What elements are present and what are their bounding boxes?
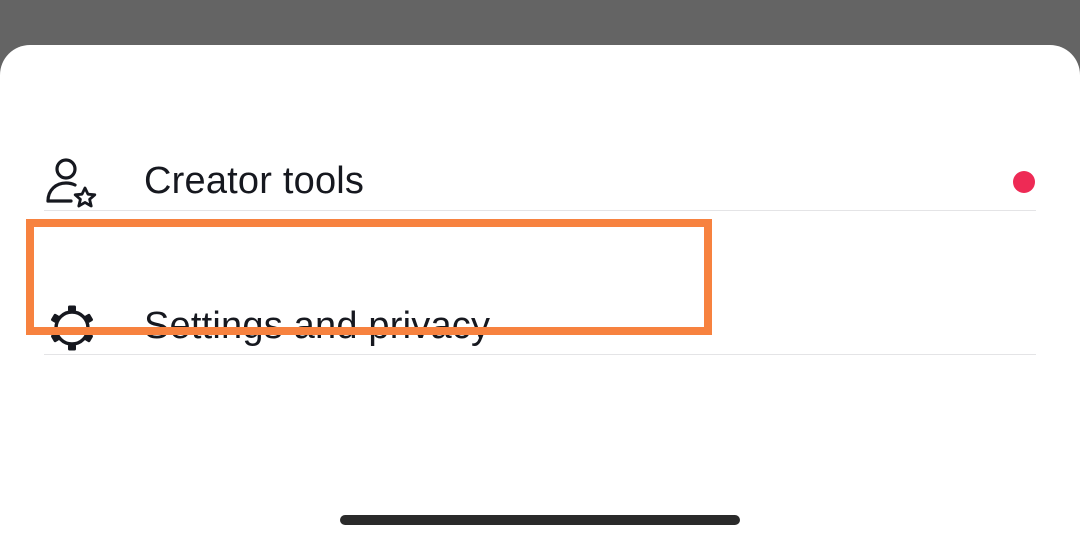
menu-item-creator-tools[interactable]: Creator tools	[0, 111, 1080, 251]
settings-and-privacy-label: Settings and privacy	[144, 305, 491, 347]
home-indicator[interactable]	[340, 515, 740, 525]
creator-tools-icon	[44, 156, 100, 212]
divider	[44, 354, 1036, 355]
bottom-sheet: Creator tools Settings and privacy	[0, 45, 1080, 542]
creator-tools-label: Creator tools	[144, 160, 365, 202]
notification-dot	[1013, 171, 1035, 193]
divider	[44, 210, 1036, 211]
gear-icon	[44, 300, 100, 356]
menu-item-settings-and-privacy[interactable]: Settings and privacy	[0, 255, 1080, 395]
